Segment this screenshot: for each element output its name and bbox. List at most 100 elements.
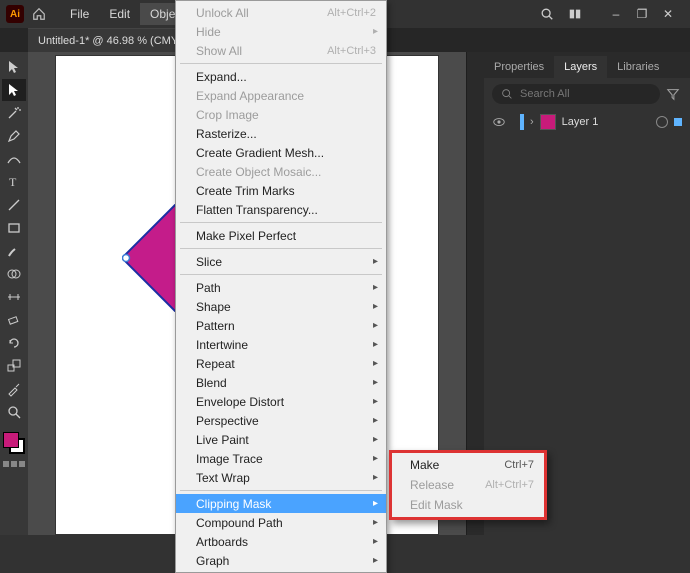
menu-item-shape[interactable]: Shape▸ bbox=[176, 297, 386, 316]
left-toolstrip: T bbox=[0, 52, 28, 535]
menu-item-perspective[interactable]: Perspective ▸ bbox=[176, 411, 386, 430]
pen-icon[interactable] bbox=[2, 125, 26, 147]
layer-target-icon[interactable] bbox=[656, 116, 668, 128]
scale-icon[interactable] bbox=[2, 355, 26, 377]
rectangle-icon[interactable] bbox=[2, 217, 26, 239]
layer-row[interactable]: › Layer 1 bbox=[484, 110, 690, 134]
menu-item-live-paint[interactable]: Live Paint▸ bbox=[176, 430, 386, 449]
submenu-item-label: Make bbox=[410, 458, 439, 472]
menu-item-label: Live Paint bbox=[196, 433, 249, 447]
menu-separator bbox=[180, 248, 382, 249]
menu-item-compound-path[interactable]: Compound Path▸ bbox=[176, 513, 386, 532]
menu-item-label: Repeat bbox=[196, 357, 235, 371]
menu-item-path[interactable]: Path▸ bbox=[176, 278, 386, 297]
tab-layers[interactable]: Layers bbox=[554, 56, 607, 78]
menu-item-label: Make Pixel Perfect bbox=[196, 229, 296, 243]
width-icon[interactable] bbox=[2, 286, 26, 308]
menu-item-create-trim-marks[interactable]: Create Trim Marks bbox=[176, 181, 386, 200]
menu-item-label: Graph bbox=[196, 554, 229, 568]
chevron-right-icon: ▸ bbox=[373, 472, 378, 483]
home-icon[interactable] bbox=[32, 7, 46, 21]
menu-item-repeat[interactable]: Repeat▸ bbox=[176, 354, 386, 373]
rotate-icon[interactable] bbox=[2, 332, 26, 354]
menu-item-pattern[interactable]: Pattern ▸ bbox=[176, 316, 386, 335]
menu-shortcut: Alt+Ctrl+3 bbox=[327, 45, 376, 57]
layer-thumbnail bbox=[540, 114, 556, 130]
menu-item-envelope-distort[interactable]: Envelope Distort▸ bbox=[176, 392, 386, 411]
layer-color-bar bbox=[520, 114, 524, 130]
chevron-right-icon: ▸ bbox=[373, 320, 378, 331]
type-icon[interactable]: T bbox=[2, 171, 26, 193]
menu-item-hide: Hide▸ bbox=[176, 22, 386, 41]
chevron-right-icon[interactable]: › bbox=[530, 116, 534, 128]
menu-item-intertwine[interactable]: Intertwine▸ bbox=[176, 335, 386, 354]
menu-item-graph[interactable]: Graph▸ bbox=[176, 551, 386, 570]
chevron-right-icon: ▸ bbox=[373, 517, 378, 528]
menu-item-rasterize[interactable]: Rasterize... bbox=[176, 124, 386, 143]
document-tab-title: Untitled-1* @ 46.98 % (CMYK bbox=[38, 35, 186, 47]
menu-item-label: Perspective bbox=[196, 414, 259, 428]
visibility-icon[interactable] bbox=[492, 115, 504, 129]
menu-item-label: Text Wrap bbox=[196, 471, 250, 485]
layer-selected-indicator bbox=[674, 118, 682, 126]
menu-item-label: Path bbox=[196, 281, 221, 295]
menu-item-label: Expand Appearance bbox=[196, 89, 304, 103]
draw-mode-icons[interactable] bbox=[3, 461, 25, 467]
layer-search-input[interactable]: Search All bbox=[492, 84, 660, 104]
menu-item-text-wrap[interactable]: Text Wrap ▸ bbox=[176, 468, 386, 487]
menu-separator bbox=[180, 63, 382, 64]
arrange-icon[interactable] bbox=[568, 7, 582, 21]
svg-text:T: T bbox=[9, 175, 17, 189]
chevron-right-icon: ▸ bbox=[373, 415, 378, 426]
menu-item-clipping-mask[interactable]: Clipping Mask▸ bbox=[176, 494, 386, 513]
menu-item-unlock-all: Unlock AllAlt+Ctrl+2 bbox=[176, 3, 386, 22]
tab-properties[interactable]: Properties bbox=[484, 56, 554, 78]
brush-icon[interactable] bbox=[2, 240, 26, 262]
eraser-icon[interactable] bbox=[2, 309, 26, 331]
menu-item-label: Blend bbox=[196, 376, 227, 390]
window-restore[interactable]: ❐ bbox=[636, 7, 648, 21]
eyedropper-icon[interactable] bbox=[2, 378, 26, 400]
window-minimize[interactable]: – bbox=[610, 7, 622, 21]
tab-libraries[interactable]: Libraries bbox=[607, 56, 669, 78]
submenu-item-release: ReleaseAlt+Ctrl+7 bbox=[392, 475, 544, 495]
shape-builder-icon[interactable] bbox=[2, 263, 26, 285]
filter-icon[interactable] bbox=[666, 87, 682, 101]
selection-arrow-icon[interactable] bbox=[2, 56, 26, 78]
menu-item-create-gradient-mesh[interactable]: Create Gradient Mesh... bbox=[176, 143, 386, 162]
curvature-icon[interactable] bbox=[2, 148, 26, 170]
line-icon[interactable] bbox=[2, 194, 26, 216]
window-close[interactable]: ✕ bbox=[662, 7, 674, 21]
menu-item-label: Image Trace bbox=[196, 452, 263, 466]
zoom-icon[interactable] bbox=[2, 401, 26, 423]
chevron-right-icon: ▸ bbox=[373, 256, 378, 267]
menu-item-blend[interactable]: Blend▸ bbox=[176, 373, 386, 392]
submenu-item-make[interactable]: MakeCtrl+7 bbox=[392, 455, 544, 475]
direct-selection-icon[interactable] bbox=[2, 79, 26, 101]
chevron-right-icon: ▸ bbox=[373, 339, 378, 350]
menu-item-slice[interactable]: Slice▸ bbox=[176, 252, 386, 271]
layer-search-placeholder: Search All bbox=[520, 88, 570, 100]
menu-file[interactable]: File bbox=[60, 3, 99, 25]
menu-item-expand[interactable]: Expand... bbox=[176, 67, 386, 86]
menu-item-flatten-transparency[interactable]: Flatten Transparency... bbox=[176, 200, 386, 219]
menu-item-label: Crop Image bbox=[196, 108, 259, 122]
menu-item-image-trace[interactable]: Image Trace▸ bbox=[176, 449, 386, 468]
menu-separator bbox=[180, 274, 382, 275]
menu-shortcut: Alt+Ctrl+2 bbox=[327, 7, 376, 19]
fill-stroke-swatch[interactable] bbox=[3, 432, 25, 454]
layer-name[interactable]: Layer 1 bbox=[562, 116, 650, 128]
menu-item-label: Create Trim Marks bbox=[196, 184, 295, 198]
magic-wand-icon[interactable] bbox=[2, 102, 26, 124]
menu-item-create-object-mosaic: Create Object Mosaic... bbox=[176, 162, 386, 181]
menu-item-make-pixel-perfect[interactable]: Make Pixel Perfect bbox=[176, 226, 386, 245]
panel-tabs: Properties Layers Libraries bbox=[484, 52, 690, 78]
menu-item-label: Expand... bbox=[196, 70, 247, 84]
menu-item-label: Create Gradient Mesh... bbox=[196, 146, 324, 160]
menu-item-label: Clipping Mask bbox=[196, 497, 271, 511]
menu-item-label: Shape bbox=[196, 300, 231, 314]
menu-edit[interactable]: Edit bbox=[99, 3, 140, 25]
clipping-mask-submenu: MakeCtrl+7ReleaseAlt+Ctrl+7Edit Mask bbox=[389, 450, 547, 520]
menu-item-label: Pattern bbox=[196, 319, 235, 333]
search-icon[interactable] bbox=[540, 7, 554, 21]
